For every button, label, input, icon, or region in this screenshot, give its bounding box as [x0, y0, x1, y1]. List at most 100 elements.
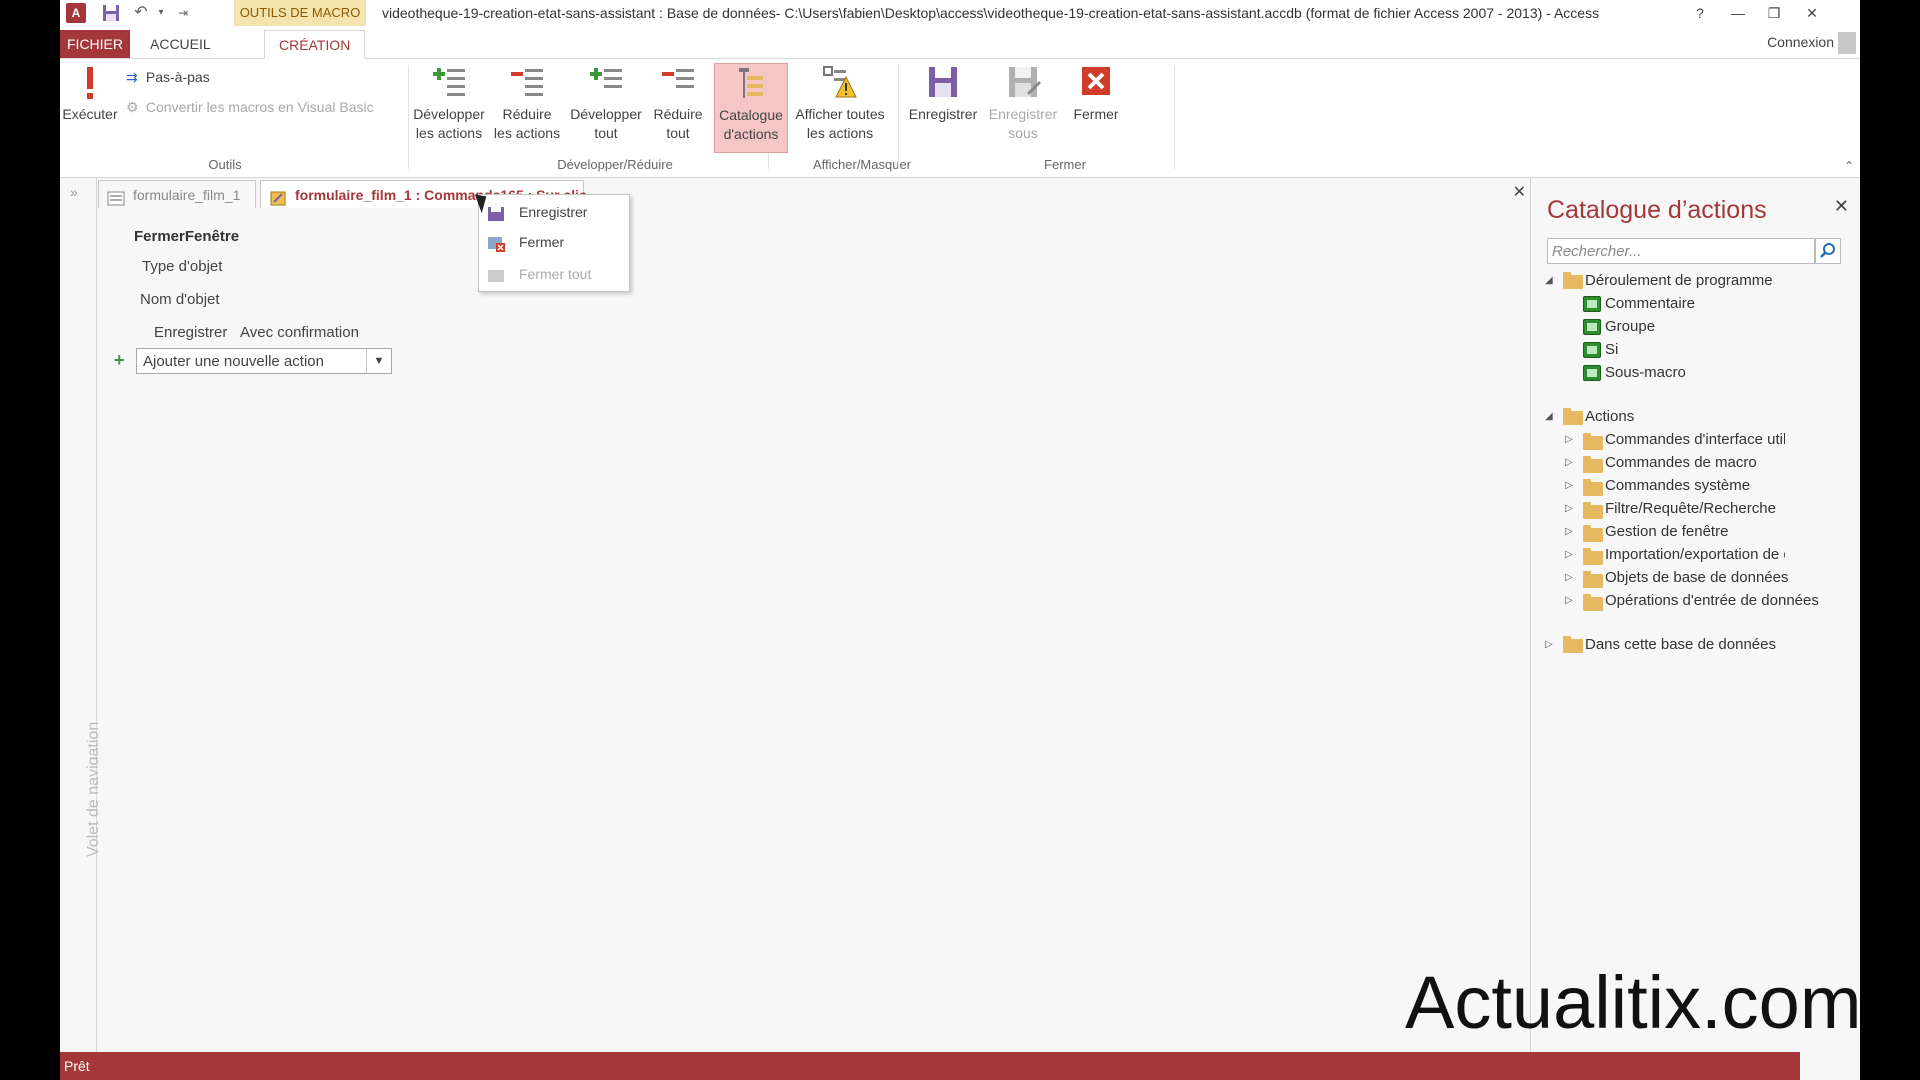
tree-node-interface-utilisateur[interactable]: Commandes d'interface utilisateur — [1605, 429, 1785, 451]
menu-item-label: Fermer tout — [519, 266, 592, 282]
macro-icon — [269, 187, 287, 206]
tree-node-commandes-systeme[interactable]: Commandes système — [1605, 475, 1750, 497]
tree-item-label: Opérations d'entrée de données — [1605, 592, 1819, 609]
tab-creation[interactable]: CRÉATION — [264, 30, 366, 59]
tree-item-commentaire[interactable]: Commentaire — [1583, 293, 1695, 315]
customize-quick-access-icon[interactable]: ⇥ — [172, 2, 194, 24]
collapse-all-button[interactable]: Réduire tout — [646, 63, 710, 143]
close-document-icon[interactable]: ✕ — [1513, 182, 1526, 202]
convert-to-vba-button[interactable]: ⚙ Convertir les macros en Visual Basic — [126, 99, 374, 116]
save-icon[interactable] — [100, 2, 122, 24]
tree-node-import-export[interactable]: Importation/exportation de données — [1605, 544, 1785, 566]
tree-node-objets-base[interactable]: Objets de base de données — [1605, 567, 1788, 589]
collapsed-triangle-icon[interactable]: ▷ — [1565, 572, 1573, 583]
step-icon: ⇉ — [126, 69, 138, 85]
close-macro-button[interactable]: Fermer — [1064, 63, 1128, 124]
undo-dropdown-icon[interactable]: ▾ — [150, 2, 172, 24]
expand-nav-icon[interactable]: » — [70, 184, 78, 200]
expand-actions-button[interactable]: Développer les actions — [410, 63, 488, 143]
access-app-icon[interactable]: A — [66, 3, 86, 23]
collapsed-triangle-icon[interactable]: ▷ — [1565, 595, 1573, 606]
save-as-icon — [1005, 63, 1041, 101]
tab-formulaire-film-1[interactable]: formulaire_film_1 — [98, 180, 256, 208]
menu-item-label: Enregistrer — [519, 204, 588, 220]
save-disk-icon — [925, 63, 961, 101]
search-icon[interactable] — [1815, 238, 1841, 264]
status-bar: Prêt — [60, 1052, 1800, 1080]
minimize-button[interactable]: — — [1720, 0, 1756, 26]
folder-icon — [1583, 479, 1603, 496]
show-all-actions-button[interactable]: Afficher toutes les actions — [790, 63, 890, 143]
exclamation-icon — [72, 63, 108, 101]
action-catalog-button[interactable]: Catalogue d'actions — [714, 63, 788, 153]
navigation-pane[interactable]: » Volet de navigation — [60, 178, 102, 1052]
save-as-button[interactable]: Enregistrer sous — [982, 63, 1064, 143]
menu-item-fermer[interactable]: Fermer — [479, 229, 629, 255]
menu-item-fermer-tout[interactable]: Fermer tout — [479, 261, 629, 287]
save-label: Enregistrer — [908, 106, 978, 122]
tree-node-label: Actions — [1585, 408, 1635, 425]
undo-icon[interactable]: ↶ — [130, 2, 152, 24]
tree-item-label: Si — [1605, 341, 1619, 358]
tree-item-sous-macro[interactable]: Sous-macro — [1583, 362, 1686, 384]
collapsed-triangle-icon[interactable]: ▷ — [1565, 503, 1573, 514]
chevron-down-icon[interactable]: ▼ — [366, 349, 391, 373]
user-avatar-icon[interactable] — [1838, 32, 1856, 54]
object-type-label: Type d'objet — [142, 258, 223, 275]
action-catalog-pane: Catalogue d’actions ✕ Rechercher... ◢ Dé… — [1530, 178, 1860, 1052]
add-new-action-combo[interactable]: Ajouter une nouvelle action ▼ — [136, 348, 392, 374]
collapse-actions-label-1: Réduire — [502, 106, 552, 122]
tab-accueil[interactable]: ACCUEIL — [136, 30, 225, 58]
expanded-triangle-icon[interactable]: ◢ — [1545, 406, 1553, 428]
restore-button[interactable]: ❐ — [1756, 0, 1792, 26]
collapsed-triangle-icon[interactable]: ▷ — [1565, 526, 1573, 537]
save-as-label-1: Enregistrer — [988, 106, 1058, 122]
run-label: Exécuter — [62, 106, 118, 122]
collapsed-triangle-icon[interactable]: ▷ — [1565, 457, 1573, 468]
form-icon — [107, 187, 125, 206]
catalog-title: Catalogue d’actions — [1547, 196, 1767, 224]
help-button[interactable]: ? — [1682, 0, 1718, 26]
ribbon-separator — [408, 65, 409, 169]
tree-node-actions[interactable]: ◢ Actions — [1545, 406, 1635, 428]
title-bar: A ↶ ▾ ⇥ OUTILS DE MACRO videotheque-19-c… — [60, 0, 1860, 26]
ribbon-separator — [1174, 65, 1175, 169]
save-option-label: Enregistrer — [154, 324, 228, 341]
catalog-search-input[interactable]: Rechercher... — [1547, 238, 1815, 264]
show-all-actions-label-2: les actions — [806, 125, 874, 141]
step-button[interactable]: ⇉ Pas-à-pas — [126, 69, 210, 86]
folder-icon — [1563, 636, 1583, 653]
folder-icon — [1583, 571, 1603, 588]
tree-node-dans-cette-base[interactable]: ▷ Dans cette base de données — [1545, 634, 1776, 656]
tab-fichier[interactable]: FICHIER — [60, 30, 130, 58]
action-title[interactable]: FermerFenêtre — [134, 228, 239, 245]
run-button[interactable]: Exécuter — [62, 63, 118, 124]
tree-node-deroulement[interactable]: ◢ Déroulement de programme — [1545, 270, 1773, 292]
save-option-value[interactable]: Avec confirmation — [240, 324, 359, 341]
tree-node-gestion-fenetre[interactable]: Gestion de fenêtre — [1605, 521, 1728, 543]
sign-in-link[interactable]: Connexion — [1767, 34, 1834, 50]
tree-node-operations-entree[interactable]: Opérations d'entrée de données — [1605, 590, 1819, 612]
tree-node-commandes-macro[interactable]: Commandes de macro — [1605, 452, 1757, 474]
tab-context-menu: Enregistrer Fermer Fermer tout — [478, 194, 630, 292]
access-window: A ↶ ▾ ⇥ OUTILS DE MACRO videotheque-19-c… — [60, 0, 1860, 1080]
collapse-actions-button[interactable]: Réduire les actions — [488, 63, 566, 143]
close-window-button[interactable]: ✕ — [1794, 0, 1830, 26]
window-title: videotheque-19-creation-etat-sans-assist… — [382, 5, 1600, 21]
expand-all-label-2: tout — [594, 125, 618, 141]
tree-node-filtre-requete[interactable]: Filtre/Requête/Recherche — [1605, 498, 1776, 520]
close-catalog-icon[interactable]: ✕ — [1834, 196, 1849, 217]
tree-item-si[interactable]: Si — [1583, 339, 1619, 361]
collapsed-triangle-icon[interactable]: ▷ — [1545, 634, 1553, 656]
collapse-all-label-1: Réduire — [653, 106, 703, 122]
save-button[interactable]: Enregistrer — [902, 63, 984, 124]
collapsed-triangle-icon[interactable]: ▷ — [1565, 549, 1573, 560]
menu-item-enregistrer[interactable]: Enregistrer — [479, 199, 629, 225]
collapsed-triangle-icon[interactable]: ▷ — [1565, 434, 1573, 445]
collapse-ribbon-icon[interactable]: ⌃ — [1844, 159, 1854, 173]
tree-item-label: Commandes système — [1605, 477, 1751, 494]
expand-all-button[interactable]: Développer tout — [566, 63, 646, 143]
expanded-triangle-icon[interactable]: ◢ — [1545, 270, 1553, 292]
tree-item-groupe[interactable]: Groupe — [1583, 316, 1655, 338]
collapsed-triangle-icon[interactable]: ▷ — [1565, 480, 1573, 491]
